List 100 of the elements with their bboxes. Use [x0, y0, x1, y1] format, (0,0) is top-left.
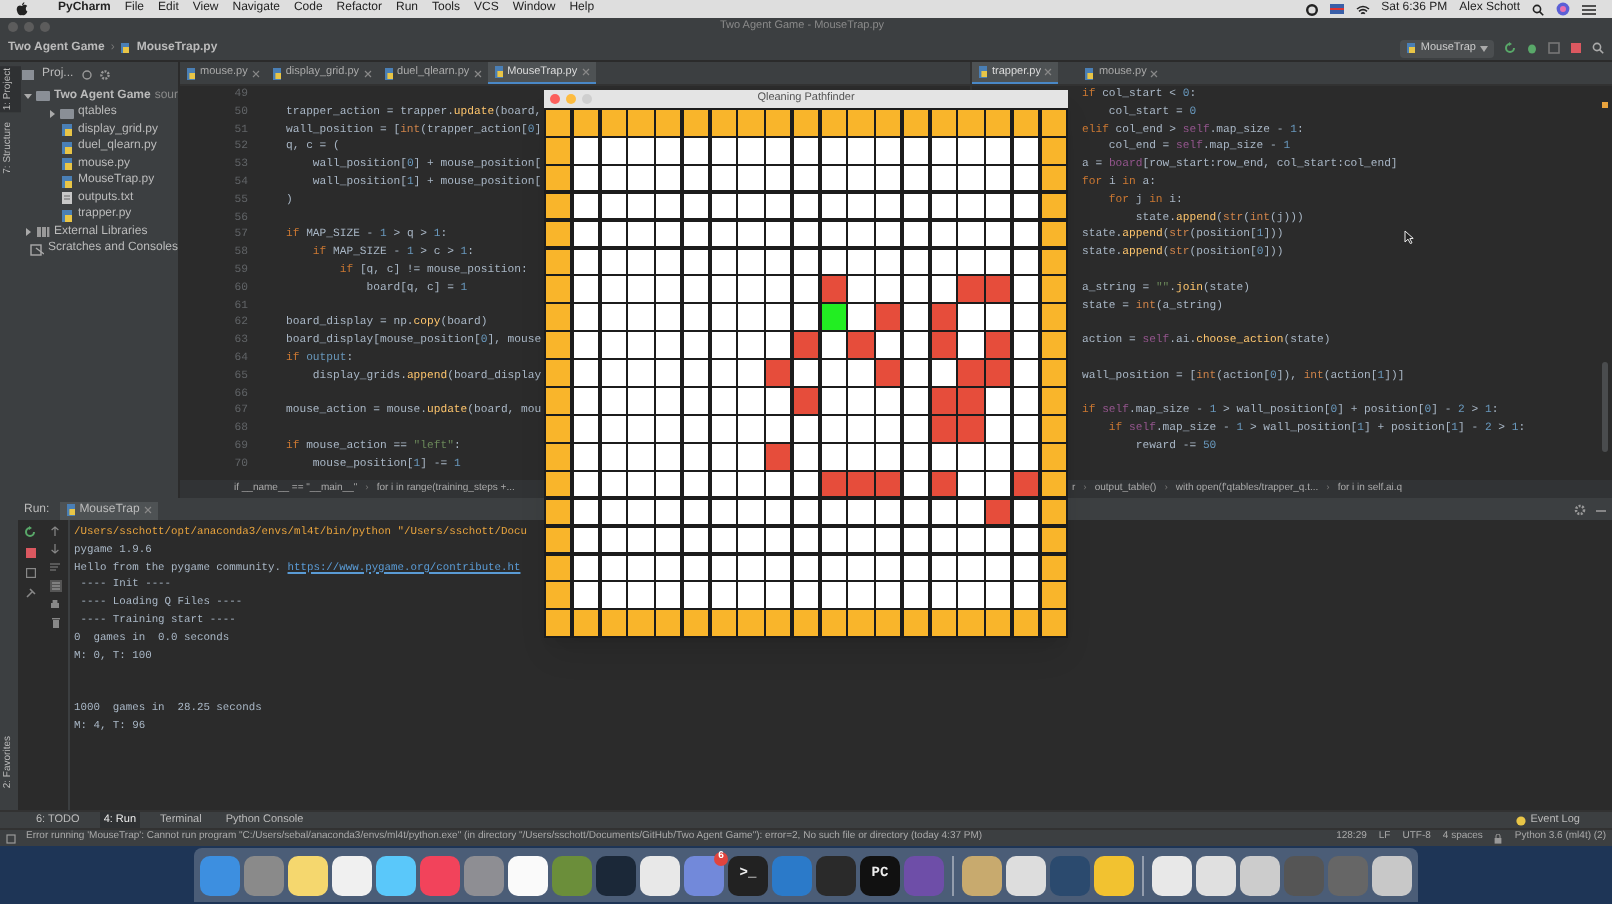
app-icon[interactable]: [1094, 855, 1134, 895]
close-icon[interactable]: [251, 69, 260, 77]
floor-tile: [656, 471, 681, 497]
obstacle-tile: [876, 304, 901, 330]
obstacle-tile: [931, 471, 956, 497]
wrap-icon[interactable]: [50, 562, 60, 572]
wall-tile: [738, 110, 764, 136]
lock-icon[interactable]: [1494, 833, 1503, 843]
up-arrow-icon[interactable]: [50, 526, 60, 536]
floor-tile: [738, 443, 764, 470]
floor-tile: [683, 499, 709, 525]
search-icon[interactable]: [1532, 3, 1544, 15]
floor-tile: [958, 527, 984, 553]
wall-tile: [546, 276, 571, 303]
close-icon[interactable]: [473, 69, 482, 77]
floor-tile: [628, 416, 654, 442]
wall-tile: [1041, 555, 1066, 581]
app-icon[interactable]: [962, 855, 1002, 895]
app-icon[interactable]: [332, 855, 372, 895]
floor-tile: [821, 499, 846, 525]
stop-icon[interactable]: [1570, 42, 1582, 54]
floor-tile: [931, 582, 956, 609]
caret-icon[interactable]: [48, 109, 56, 118]
floor-tile: [711, 276, 736, 303]
rerun-icon[interactable]: [1504, 42, 1516, 54]
floor-tile: [793, 527, 819, 553]
warning-marker[interactable]: [1602, 102, 1608, 108]
menu-icon[interactable]: [1582, 3, 1596, 15]
wifi-icon[interactable]: [1355, 3, 1370, 15]
wall-tile: [546, 555, 571, 581]
orb-icon[interactable]: [1556, 2, 1570, 16]
floor-tile: [903, 582, 929, 609]
minimize-icon[interactable]: [1596, 505, 1606, 515]
obstacle-tile: [958, 416, 984, 442]
floor-tile: [628, 443, 654, 470]
app-icon[interactable]: [1152, 855, 1192, 895]
close-icon[interactable]: [1044, 68, 1053, 76]
trash-icon[interactable]: [51, 618, 59, 628]
settings-icon[interactable]: [99, 69, 110, 79]
floor-tile: [958, 193, 984, 219]
floor-tile: [848, 499, 874, 525]
floor-tile: [958, 249, 984, 275]
printer-icon[interactable]: [50, 600, 60, 610]
floor-tile: [903, 221, 929, 247]
floor-tile: [738, 388, 764, 414]
wall-tile: [793, 110, 819, 136]
floor-tile: [766, 304, 791, 330]
floor-tile: [793, 304, 819, 330]
floor-tile: [903, 416, 929, 442]
floor-tile: [931, 249, 956, 275]
square-icon[interactable]: [6, 833, 16, 843]
stop-icon[interactable]: [25, 548, 35, 558]
floor-tile: [628, 165, 654, 191]
circle-icon[interactable]: [1305, 3, 1318, 15]
wall-tile: [546, 388, 571, 414]
close-icon[interactable]: [143, 506, 152, 514]
floor-tile: [931, 499, 956, 525]
floor-tile: [628, 249, 654, 275]
close-icon[interactable]: [363, 69, 372, 77]
close-icon[interactable]: [581, 68, 590, 76]
floor-tile: [793, 582, 819, 609]
scroll-icon[interactable]: [49, 580, 61, 592]
app-icon[interactable]: [640, 855, 680, 895]
wall-tile: [1041, 499, 1066, 525]
floor-tile: [656, 304, 681, 330]
floor-tile: [656, 582, 681, 609]
floor-tile: [573, 165, 599, 191]
floor-tile: [738, 555, 764, 581]
wall-tile: [766, 110, 791, 136]
obstacle-tile: [986, 276, 1011, 303]
floor-tile: [683, 388, 709, 414]
app-icon[interactable]: [1196, 855, 1236, 895]
wall-tile: [546, 360, 571, 386]
rerun-icon[interactable]: [24, 526, 36, 538]
settings-icon[interactable]: [1574, 504, 1586, 516]
app-icon[interactable]: [288, 855, 328, 895]
app-icon[interactable]: [1372, 855, 1412, 895]
apple-icon: [16, 2, 28, 16]
app-icon[interactable]: [1006, 855, 1046, 895]
wall-tile: [931, 610, 956, 636]
wall-tile: [546, 304, 571, 330]
python-file-icon: [60, 209, 74, 222]
down-arrow-icon[interactable]: [50, 544, 60, 554]
app-icon[interactable]: [1240, 855, 1280, 895]
floor-tile: [793, 360, 819, 386]
caret-icon[interactable]: [24, 228, 32, 237]
wall-tile: [546, 471, 571, 497]
close-icon[interactable]: [1150, 69, 1159, 77]
floor-tile: [628, 499, 654, 525]
obstacle-tile: [931, 332, 956, 358]
app-icon[interactable]: [508, 855, 548, 895]
pin-icon[interactable]: [25, 588, 35, 598]
app-icon[interactable]: [376, 855, 416, 895]
floor-tile: [766, 555, 791, 581]
scrollbar-thumb[interactable]: [1602, 362, 1608, 452]
floor-tile: [848, 527, 874, 553]
flag-icon[interactable]: [1329, 4, 1344, 14]
floor-tile: [903, 304, 929, 330]
wall-tile: [986, 110, 1011, 136]
floor-tile: [711, 137, 736, 164]
